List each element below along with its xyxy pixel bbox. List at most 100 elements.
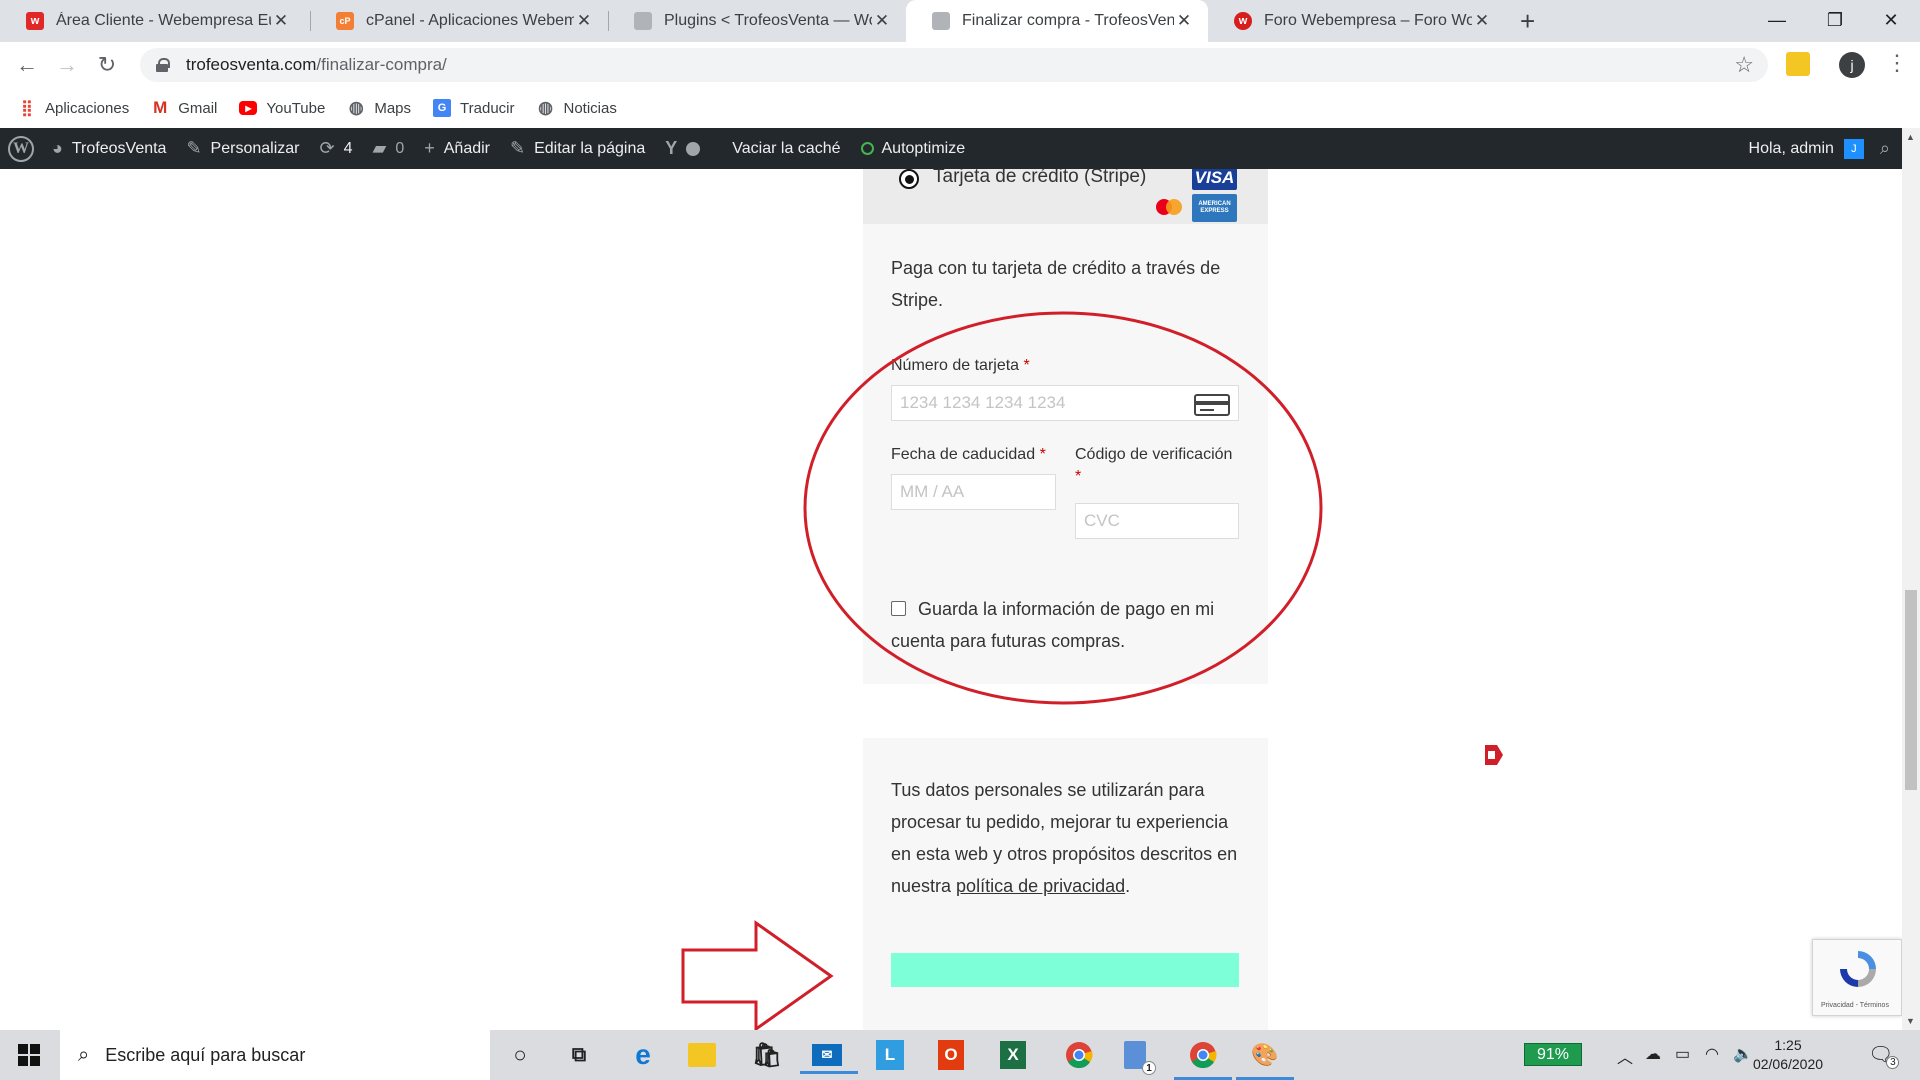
webempresa-favicon-icon: w <box>26 12 44 30</box>
reload-icon[interactable]: ↻ <box>92 50 122 80</box>
file-explorer-icon[interactable] <box>688 1043 716 1067</box>
page-scrollbar[interactable]: ▲ ▼ <box>1902 128 1920 1030</box>
taskbar-search-input[interactable]: ⌕ Escribe aquí para buscar <box>60 1030 490 1080</box>
scroll-down-icon[interactable]: ▼ <box>1906 1016 1915 1026</box>
tab-cpanel[interactable]: cP cPanel - Aplicaciones Webempresa ✕ <box>310 0 608 42</box>
profile-avatar[interactable]: j <box>1839 52 1865 78</box>
adminbar-edit-page[interactable]: ✎ Editar la página <box>510 138 645 159</box>
tab-foro-webempresa[interactable]: w Foro Webempresa – Foro WordPress ✕ <box>1208 0 1506 42</box>
mail-icon[interactable]: ✉ <box>800 1044 858 1074</box>
address-bar[interactable]: trofeosventa.com/finalizar-compra/ ☆ <box>140 48 1768 82</box>
adminbar-site-name[interactable]: ◕ TrofeosVenta <box>52 138 166 159</box>
wp-admin-bar: W ◕ TrofeosVenta ✎ Personalizar ⟳ 4 ▰ 0 + Aña… <box>0 128 1902 169</box>
tab-area-cliente[interactable]: w Área Cliente - Webempresa Europa ✕ <box>0 0 305 42</box>
tab-finalizar-compra[interactable]: Finalizar compra - TrofeosVenta ✕ <box>906 0 1208 42</box>
minimize-icon[interactable]: — <box>1748 0 1806 40</box>
chrome-menu-icon[interactable]: ⋮ <box>1886 50 1908 76</box>
bookmark-gmail[interactable]: M Gmail <box>151 98 217 117</box>
search-icon: ⌕ <box>78 1043 90 1066</box>
action-center-icon[interactable]: 🗨 3 <box>1868 1042 1900 1069</box>
paint-icon[interactable]: 🎨 <box>1236 1038 1294 1080</box>
edge-browser-icon[interactable]: e <box>626 1038 660 1072</box>
cortana-icon[interactable]: ○ <box>503 1038 537 1072</box>
pencil-icon: ✎ <box>510 138 526 158</box>
bookmark-star-icon[interactable]: ☆ <box>1734 52 1754 78</box>
payment-method-radio[interactable] <box>899 169 919 189</box>
adminbar-add-new[interactable]: + Añadir <box>424 138 490 159</box>
amex-logo-icon: AMERICAN EXPRESS <box>1192 194 1237 222</box>
clock-date: 02/06/2020 <box>1752 1056 1824 1072</box>
close-icon[interactable]: ✕ <box>1174 11 1194 31</box>
yoast-icon: Y <box>665 138 678 158</box>
adminbar-yoast[interactable]: Y <box>665 138 712 159</box>
battery-indicator[interactable]: 91% <box>1524 1043 1582 1066</box>
card-number-label: Número de tarjeta * <box>891 357 1030 374</box>
close-icon[interactable]: ✕ <box>1472 11 1492 31</box>
close-icon[interactable]: ✕ <box>271 11 291 31</box>
cpanel-favicon-icon: cP <box>336 12 354 30</box>
privacy-policy-link[interactable]: política de privacidad <box>956 876 1125 896</box>
save-payment-label[interactable]: Guarda la información de pago en mi cuen… <box>891 593 1256 657</box>
status-dot-icon <box>860 142 874 155</box>
show-hidden-icons-chevron-icon[interactable]: ︿ <box>1617 1044 1633 1068</box>
url-text[interactable]: trofeosventa.com/finalizar-compra/ <box>186 55 447 75</box>
payment-method-label[interactable]: Tarjeta de crédito (Stripe) <box>933 169 1146 188</box>
tab-plugins[interactable]: Plugins < TrofeosVenta — WordPress ✕ <box>608 0 906 42</box>
scroll-up-icon[interactable]: ▲ <box>1906 132 1915 142</box>
windows-taskbar: ⌕ Escribe aquí para buscar ○ ⧉ e 🛍 ✉ L O… <box>0 1030 1920 1080</box>
close-window-icon[interactable]: ✕ <box>1862 0 1920 40</box>
scrollbar-thumb[interactable] <box>1905 590 1917 790</box>
adminbar-autoptimize[interactable]: Autoptimize <box>860 140 965 158</box>
windows-start-icon[interactable] <box>0 1030 58 1080</box>
tab-title: Plugins < TrofeosVenta — WordPress <box>664 12 872 29</box>
lync-l-icon[interactable]: L <box>876 1040 904 1070</box>
payment-method-row[interactable]: Tarjeta de crédito (Stripe) VISA AMERICA… <box>863 169 1268 224</box>
adminbar-comments[interactable]: ▰ 0 <box>372 138 404 159</box>
close-icon[interactable]: ✕ <box>574 11 594 31</box>
battery-icon[interactable]: ▭ <box>1675 1044 1690 1064</box>
seo-status-dot <box>686 141 701 156</box>
store-bag-icon[interactable]: 🛍 <box>750 1038 784 1072</box>
admin-avatar[interactable]: J <box>1843 138 1864 159</box>
lock-icon[interactable] <box>156 58 170 72</box>
system-clock[interactable]: 1:25 02/06/2020 <box>1750 1036 1826 1074</box>
task-view-icon[interactable]: ⧉ <box>562 1038 596 1072</box>
wifi-icon[interactable]: ◠ <box>1705 1044 1719 1064</box>
adminbar-greeting[interactable]: Hola, admin <box>1749 140 1834 158</box>
extension-icon[interactable] <box>1786 52 1810 76</box>
expiry-label: Fecha de caducidad * <box>891 446 1046 463</box>
recaptcha-badge[interactable]: Privacidad - Términos <box>1812 939 1902 1016</box>
restore-icon[interactable]: ❐ <box>1806 0 1864 40</box>
recaptcha-terms[interactable]: Privacidad - Términos <box>1821 1002 1889 1009</box>
clock-time: 1:25 <box>1774 1037 1802 1053</box>
bookmark-aplicaciones[interactable]: ⣿ Aplicaciones <box>18 99 129 118</box>
bookmark-traducir[interactable]: G Traducir <box>433 99 515 117</box>
globe-icon: ◍ <box>538 98 553 117</box>
excel-icon[interactable]: X <box>1000 1041 1026 1069</box>
adminbar-updates[interactable]: ⟳ 4 <box>319 138 352 159</box>
toolbar: ← → ↻ trofeosventa.com/finalizar-compra/… <box>0 42 1920 88</box>
files-icon[interactable]: 1 <box>1124 1041 1156 1075</box>
close-icon[interactable]: ✕ <box>872 11 892 31</box>
forward-arrow-icon[interactable]: → <box>52 50 82 80</box>
place-order-button[interactable] <box>891 953 1239 987</box>
expiry-input[interactable]: MM / AA <box>891 474 1056 510</box>
bookmark-maps[interactable]: ◍ Maps <box>347 98 411 117</box>
cvc-input[interactable]: CVC <box>1075 503 1239 539</box>
search-icon[interactable]: ⌕ <box>1880 138 1890 159</box>
cvc-placeholder: CVC <box>1084 511 1120 530</box>
bookmark-youtube[interactable]: ▶ YouTube <box>239 100 325 117</box>
privacy-box: Tus datos personales se utilizarán para … <box>863 738 1268 1030</box>
back-arrow-icon[interactable]: ← <box>12 50 42 80</box>
bookmark-noticias[interactable]: ◍ Noticias <box>537 98 617 117</box>
office-icon[interactable]: O <box>938 1040 964 1070</box>
card-number-input[interactable]: 1234 1234 1234 1234 <box>891 385 1239 421</box>
brush-icon: ✎ <box>186 138 202 158</box>
onedrive-cloud-icon[interactable]: ☁ <box>1645 1044 1661 1064</box>
adminbar-clear-cache[interactable]: Vaciar la caché <box>732 140 840 158</box>
chrome-active-icon[interactable] <box>1174 1038 1232 1080</box>
new-tab-plus-icon[interactable]: + <box>1520 6 1535 37</box>
adminbar-customize[interactable]: ✎ Personalizar <box>186 138 299 159</box>
chrome-icon[interactable] <box>1062 1038 1096 1072</box>
wordpress-logo-icon[interactable]: W <box>8 135 34 162</box>
